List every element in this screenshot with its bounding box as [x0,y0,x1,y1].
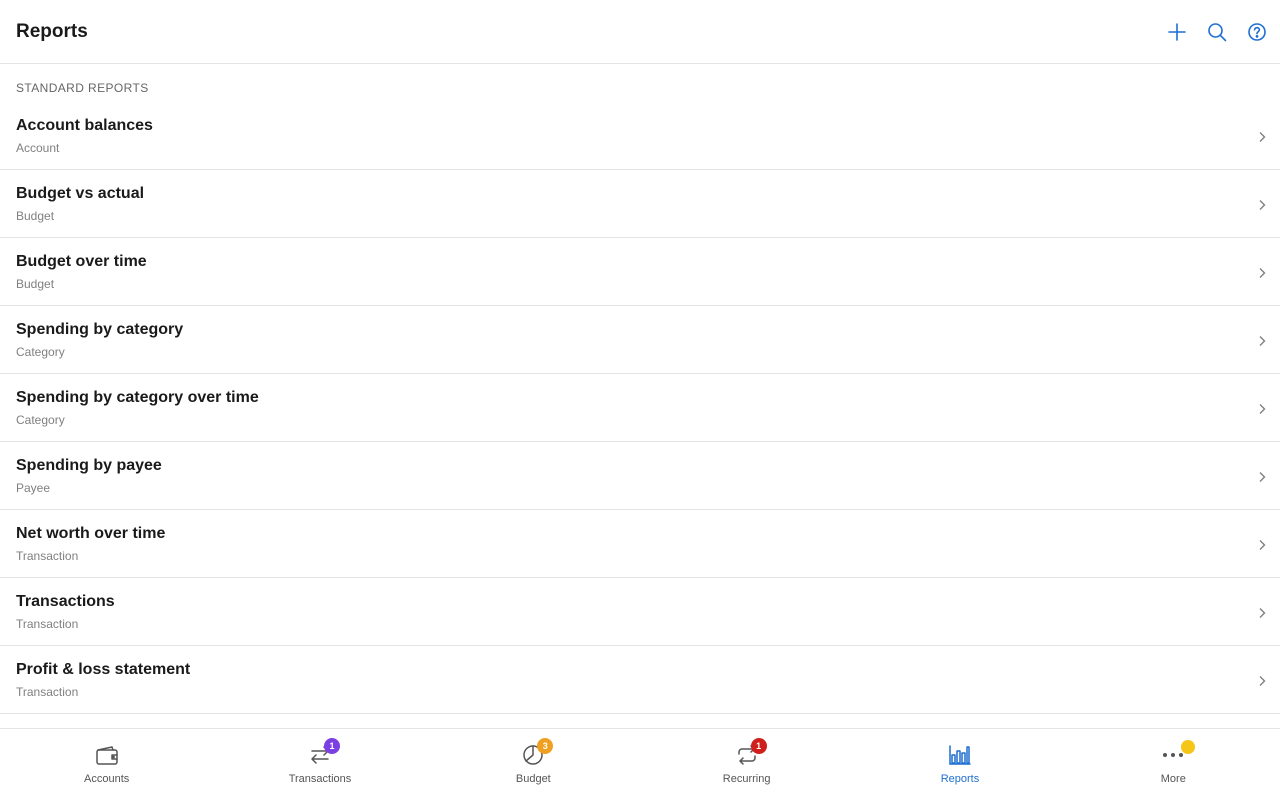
chevron-right-icon [1258,198,1266,210]
help-button[interactable] [1245,20,1269,44]
tab-label: Accounts [84,773,130,785]
chevron-right-icon [1258,606,1266,618]
report-subtitle: Budget [16,277,55,291]
report-title: Budget over time [16,253,147,270]
report-subtitle: Transaction [16,685,79,699]
plus-icon [1168,23,1186,41]
tab-label: Reports [940,773,980,785]
search-icon [1208,23,1227,42]
report-row[interactable]: Net worth over time Transaction [0,510,1280,578]
bar-chart-icon [947,743,973,767]
tab-transactions[interactable]: Transactions 1 [213,729,426,800]
reports-content: STANDARD REPORTS Account balances Account… [0,64,1280,728]
page-title: Reports [16,21,88,42]
report-title: Spending by category [16,321,184,338]
tab-label: More [1160,773,1186,785]
tab-more[interactable]: More [1067,729,1280,800]
report-subtitle: Transaction [16,549,79,563]
report-row[interactable]: Profit & loss statement Transaction [0,646,1280,714]
report-subtitle: Category [16,345,65,359]
report-subtitle: Account [16,141,60,155]
chevron-right-icon [1258,674,1266,686]
tab-budget[interactable]: Budget 3 [427,729,640,800]
report-title: Profit & loss statement [16,661,191,678]
tab-recurring[interactable]: Recurring 1 [640,729,853,800]
report-title: Account balances [16,117,153,134]
report-row[interactable]: Budget over time Budget [0,238,1280,306]
report-title: Net worth over time [16,525,166,542]
report-row[interactable]: Spending by category over time Category [0,374,1280,442]
wallet-icon [94,743,120,767]
bottom-tab-bar: Accounts Transactions 1 Budget 3 Recurring 1 Re… [0,728,1280,800]
chevron-right-icon [1258,266,1266,278]
notification-dot [1181,740,1196,754]
chevron-right-icon [1258,334,1266,346]
section-heading: STANDARD REPORTS [16,81,149,95]
search-button[interactable] [1205,20,1229,44]
notification-badge: 3 [537,738,554,754]
report-row[interactable]: Transactions Transaction [0,578,1280,646]
chevron-right-icon [1258,402,1266,414]
tab-reports[interactable]: Reports [853,729,1066,800]
notification-badge: 1 [323,738,340,754]
report-subtitle: Payee [16,481,51,495]
chevron-right-icon [1258,470,1266,482]
report-title: Transactions [16,593,115,610]
report-title: Spending by payee [16,457,162,474]
help-icon [1248,23,1266,41]
report-title: Spending by category over time [16,389,259,406]
add-button[interactable] [1165,20,1189,44]
report-list: Account balances Account Budget vs actual B… [0,102,1280,714]
report-subtitle: Budget [16,209,55,223]
report-title: Budget vs actual [16,185,145,202]
notification-badge: 1 [750,738,767,754]
report-row[interactable]: Budget vs actual Budget [0,170,1280,238]
tab-label: Recurring [722,773,771,785]
tab-label: Transactions [288,773,352,785]
tab-label: Budget [515,773,551,785]
report-row[interactable]: Spending by category Category [0,306,1280,374]
chevron-right-icon [1258,538,1266,550]
report-row[interactable]: Spending by payee Payee [0,442,1280,510]
report-subtitle: Transaction [16,617,79,631]
report-row[interactable]: Account balances Account [0,102,1280,170]
chevron-right-icon [1258,130,1266,142]
top-bar: Reports [0,0,1280,64]
report-subtitle: Category [16,413,65,427]
tab-accounts[interactable]: Accounts [0,729,213,800]
